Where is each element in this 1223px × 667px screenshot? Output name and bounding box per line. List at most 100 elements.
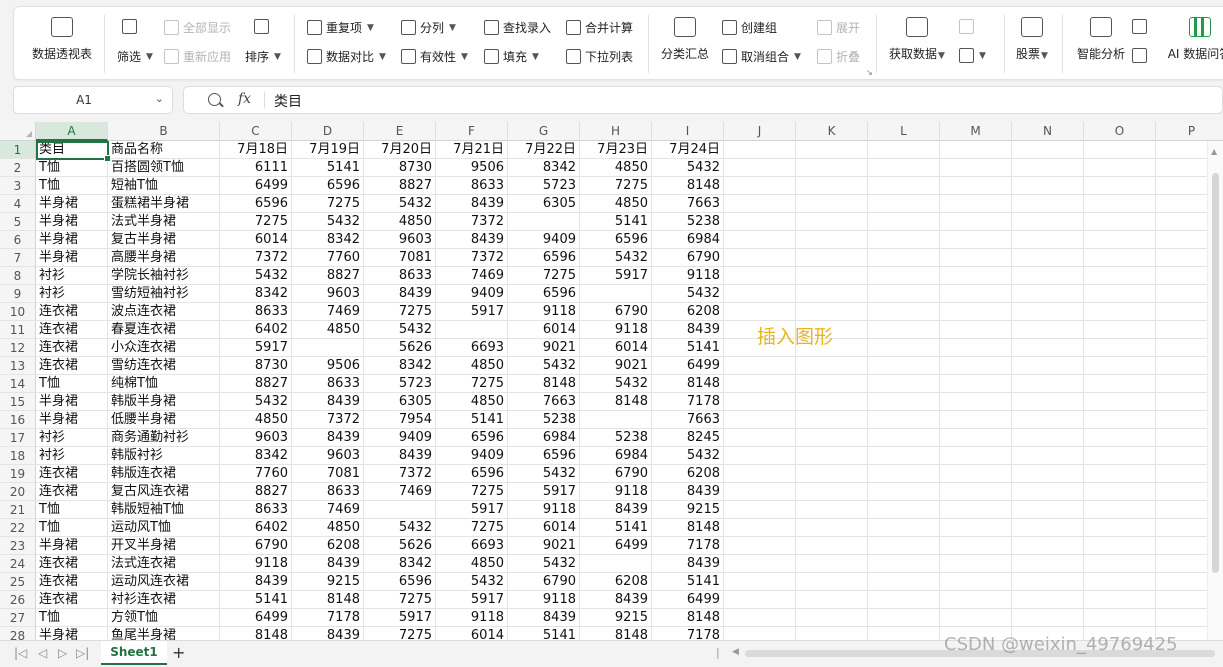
table-cell[interactable]: 半身裙: [36, 537, 108, 555]
table-cell[interactable]: [940, 591, 1012, 609]
row-header[interactable]: 3: [0, 177, 36, 195]
table-cell[interactable]: [940, 573, 1012, 591]
table-cell[interactable]: [940, 249, 1012, 267]
table-cell[interactable]: [796, 573, 868, 591]
table-cell[interactable]: [1084, 609, 1156, 627]
table-cell[interactable]: [940, 555, 1012, 573]
table-cell[interactable]: 5917: [220, 339, 292, 357]
table-cell[interactable]: 7275: [364, 627, 436, 640]
stocks-button[interactable]: 股票▼: [1012, 13, 1052, 62]
table-cell[interactable]: 7月21日: [436, 141, 508, 159]
table-cell[interactable]: 8148: [652, 519, 724, 537]
row-header[interactable]: 23: [0, 537, 36, 555]
table-cell[interactable]: [1084, 231, 1156, 249]
table-cell[interactable]: [868, 339, 940, 357]
table-cell[interactable]: 8633: [436, 177, 508, 195]
table-cell[interactable]: [940, 501, 1012, 519]
table-cell[interactable]: 5141: [580, 519, 652, 537]
table-cell[interactable]: [796, 501, 868, 519]
table-cell[interactable]: [796, 537, 868, 555]
table-cell[interactable]: 6790: [220, 537, 292, 555]
table-cell[interactable]: [796, 159, 868, 177]
filter-button[interactable]: [122, 19, 137, 34]
table-cell[interactable]: 8439: [292, 429, 364, 447]
table-cell[interactable]: 9603: [292, 285, 364, 303]
table-cell[interactable]: [868, 177, 940, 195]
table-cell[interactable]: 8342: [364, 555, 436, 573]
table-cell[interactable]: [724, 375, 796, 393]
table-cell[interactable]: [1012, 231, 1084, 249]
table-cell[interactable]: 5432: [364, 519, 436, 537]
row-header[interactable]: 28: [0, 627, 36, 640]
table-cell[interactable]: [1012, 213, 1084, 231]
table-cell[interactable]: 低腰半身裙: [108, 411, 220, 429]
table-cell[interactable]: 9118: [580, 321, 652, 339]
table-cell[interactable]: [868, 213, 940, 231]
smart-analysis-button[interactable]: 智能分析: [1074, 13, 1128, 62]
table-cell[interactable]: 6984: [508, 429, 580, 447]
table-cell[interactable]: 8439: [436, 231, 508, 249]
table-cell[interactable]: 6984: [580, 447, 652, 465]
table-cell[interactable]: 7275: [580, 177, 652, 195]
table-cell[interactable]: 5917: [436, 591, 508, 609]
scroll-divider-icon[interactable]: |: [716, 646, 720, 659]
table-cell[interactable]: [1084, 249, 1156, 267]
table-cell[interactable]: [1084, 411, 1156, 429]
table-cell[interactable]: [868, 519, 940, 537]
table-cell[interactable]: [940, 303, 1012, 321]
table-cell[interactable]: 9603: [220, 429, 292, 447]
table-cell[interactable]: 6596: [580, 231, 652, 249]
table-cell[interactable]: 7178: [652, 393, 724, 411]
table-cell[interactable]: 半身裙: [36, 231, 108, 249]
table-cell[interactable]: [868, 195, 940, 213]
table-cell[interactable]: 6402: [220, 321, 292, 339]
table-cell[interactable]: [1012, 195, 1084, 213]
table-cell[interactable]: [868, 429, 940, 447]
row-header[interactable]: 21: [0, 501, 36, 519]
table-cell[interactable]: T恤: [36, 501, 108, 519]
column-header[interactable]: F: [436, 122, 508, 141]
table-cell[interactable]: [796, 357, 868, 375]
duplicates-button[interactable]: 重复项 ▼: [307, 19, 374, 36]
table-cell[interactable]: 半身裙: [36, 627, 108, 640]
table-cell[interactable]: [940, 213, 1012, 231]
table-cell[interactable]: 9603: [364, 231, 436, 249]
table-cell[interactable]: 韩版连衣裙: [108, 465, 220, 483]
table-cell[interactable]: [796, 447, 868, 465]
table-cell[interactable]: [436, 321, 508, 339]
table-cell[interactable]: 开叉半身裙: [108, 537, 220, 555]
table-cell[interactable]: [1012, 465, 1084, 483]
scroll-left-icon[interactable]: ◀: [732, 647, 739, 657]
table-cell[interactable]: 6305: [508, 195, 580, 213]
table-cell[interactable]: 9215: [580, 609, 652, 627]
table-cell[interactable]: [1012, 591, 1084, 609]
table-cell[interactable]: 8730: [220, 357, 292, 375]
table-cell[interactable]: 运动风T恤: [108, 519, 220, 537]
table-cell[interactable]: 5917: [364, 609, 436, 627]
table-cell[interactable]: 7372: [436, 249, 508, 267]
table-cell[interactable]: 6596: [508, 447, 580, 465]
table-cell[interactable]: 6499: [652, 591, 724, 609]
zoom-icon[interactable]: [208, 93, 221, 106]
create-group-button[interactable]: 创建组: [722, 19, 777, 36]
table-cell[interactable]: 7469: [436, 267, 508, 285]
table-cell[interactable]: [724, 483, 796, 501]
table-cell[interactable]: 5141: [292, 159, 364, 177]
table-cell[interactable]: 8439: [652, 321, 724, 339]
table-cell[interactable]: [1084, 447, 1156, 465]
table-cell[interactable]: 雪纺连衣裙: [108, 357, 220, 375]
table-cell[interactable]: 半身裙: [36, 249, 108, 267]
fill-button[interactable]: 填充 ▼: [484, 48, 539, 65]
table-cell[interactable]: [940, 141, 1012, 159]
table-cell[interactable]: 5432: [292, 213, 364, 231]
table-cell[interactable]: [868, 609, 940, 627]
column-header[interactable]: M: [940, 122, 1012, 141]
table-cell[interactable]: 9215: [652, 501, 724, 519]
table-cell[interactable]: [1084, 177, 1156, 195]
table-cell[interactable]: [1012, 357, 1084, 375]
column-header[interactable]: L: [868, 122, 940, 141]
table-cell[interactable]: [724, 465, 796, 483]
table-cell[interactable]: 6499: [220, 177, 292, 195]
table-cell[interactable]: 8148: [292, 591, 364, 609]
ai-data-qa-button[interactable]: AI 数据问答: [1162, 13, 1223, 62]
